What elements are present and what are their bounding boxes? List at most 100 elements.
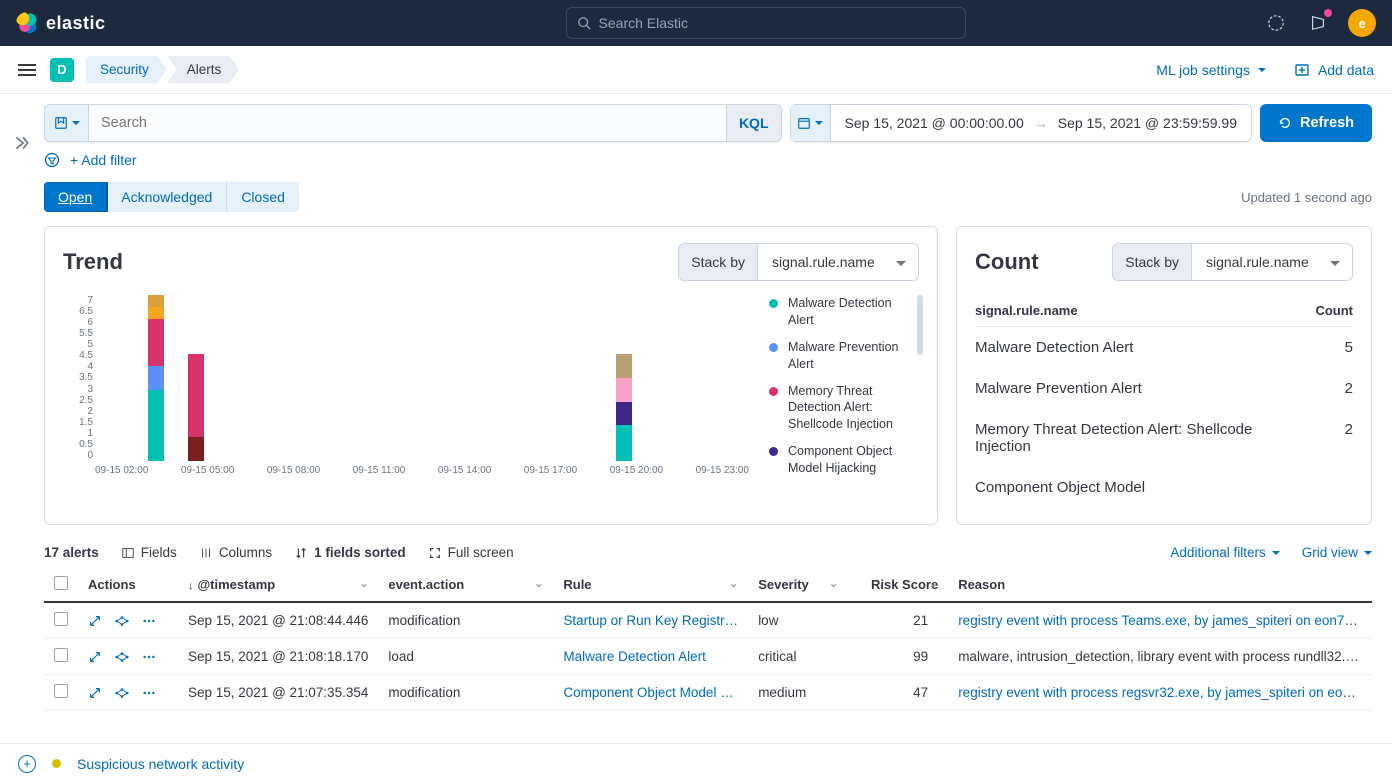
search-input[interactable] <box>89 105 726 141</box>
query-bar[interactable]: KQL <box>44 104 782 142</box>
chevron-down-icon <box>1364 551 1372 559</box>
tab-open[interactable]: Open <box>44 182 107 212</box>
fields-button[interactable]: Fields <box>121 545 177 560</box>
global-topbar: elastic Search Elastic e <box>0 0 1392 46</box>
count-table-row[interactable]: Malware Prevention Alert2 <box>975 368 1353 409</box>
count-panel: Count Stack by signal.rule.name signal.r… <box>956 226 1372 525</box>
search-icon <box>577 16 591 30</box>
refresh-button[interactable]: Refresh <box>1260 104 1372 142</box>
timeline-footer: + Suspicious network activity <box>0 743 1392 783</box>
trend-title: Trend <box>63 249 123 275</box>
rule-link[interactable]: Startup or Run Key Registr… <box>563 613 738 628</box>
table-row: Sep 15, 2021 @ 21:08:44.446modificationS… <box>44 602 1372 639</box>
rule-link[interactable]: Malware Detection Alert <box>563 649 706 664</box>
columns-button[interactable]: Columns <box>199 545 272 560</box>
row-checkbox[interactable] <box>54 612 68 626</box>
timeline-status-dot <box>52 759 61 768</box>
legend-item[interactable]: Component Object Model Hijacking <box>769 443 919 477</box>
trend-chart: 76.565.554.543.532.521.510.50 09-15 02:0… <box>63 295 749 485</box>
arrow-right-icon: → <box>1034 115 1048 131</box>
row-checkbox[interactable] <box>54 648 68 662</box>
kql-toggle[interactable]: KQL <box>726 105 781 141</box>
row-checkbox[interactable] <box>54 684 68 698</box>
chevron-down-icon <box>1272 551 1280 559</box>
analyze-icon[interactable] <box>114 650 130 664</box>
more-actions-icon[interactable] <box>142 614 156 628</box>
trend-stackby-select[interactable]: signal.rule.name <box>758 244 918 280</box>
ml-job-settings-link[interactable]: ML job settings <box>1156 62 1266 78</box>
global-search-placeholder: Search Elastic <box>599 15 688 31</box>
grid-view-button[interactable]: Grid view <box>1302 545 1372 560</box>
columns-icon <box>199 546 213 560</box>
trend-legend: Malware Detection Alert Malware Preventio… <box>749 295 919 487</box>
rule-link[interactable]: Component Object Model … <box>563 685 733 700</box>
saved-query-button[interactable] <box>45 105 89 141</box>
trend-stackby[interactable]: Stack by signal.rule.name <box>678 243 919 281</box>
calendar-icon <box>791 105 831 141</box>
expand-icon[interactable] <box>88 650 102 664</box>
analyze-icon[interactable] <box>114 686 130 700</box>
count-table-row[interactable]: Malware Detection Alert5 <box>975 327 1353 368</box>
collapsed-sidebar <box>0 94 44 783</box>
last-updated-label: Updated 1 second ago <box>1241 190 1372 205</box>
add-data-link[interactable]: Add data <box>1294 62 1374 78</box>
alerts-table: Actions ↓@timestamp⌄ event.action⌄ Rule⌄… <box>44 568 1372 711</box>
alert-count-label: 17 alerts <box>44 545 99 560</box>
date-picker[interactable]: Sep 15, 2021 @ 00:00:00.00 → Sep 15, 202… <box>790 104 1253 142</box>
fields-icon <box>121 546 135 560</box>
count-title: Count <box>975 249 1039 275</box>
date-to: Sep 15, 2021 @ 23:59:59.99 <box>1058 115 1237 131</box>
add-filter-button[interactable]: + Add filter <box>70 152 137 168</box>
expand-icon[interactable] <box>88 686 102 700</box>
notification-dot <box>1324 9 1332 17</box>
sort-icon <box>294 546 308 560</box>
tab-closed[interactable]: Closed <box>227 182 299 212</box>
elastic-logo-text: elastic <box>46 13 106 34</box>
tab-acknowledged[interactable]: Acknowledged <box>107 182 227 212</box>
analyze-icon[interactable] <box>114 614 130 628</box>
nav-toggle-button[interactable] <box>18 64 36 76</box>
legend-item[interactable]: Malware Detection Alert <box>769 295 919 329</box>
trend-panel: Trend Stack by signal.rule.name 76.565.5… <box>44 226 938 525</box>
count-stackby-select[interactable]: signal.rule.name <box>1192 244 1352 280</box>
global-search[interactable]: Search Elastic <box>566 7 966 39</box>
help-icon[interactable] <box>1264 11 1288 35</box>
reason-link[interactable]: registry event with process regsvr32.exe… <box>958 685 1372 700</box>
refresh-icon <box>1278 116 1292 130</box>
legend-item[interactable]: Memory Threat Detection Alert: Shellcode… <box>769 383 919 434</box>
user-avatar[interactable]: e <box>1348 9 1376 37</box>
legend-item[interactable]: Malware Prevention Alert <box>769 339 919 373</box>
elastic-logo[interactable]: elastic <box>16 12 106 34</box>
elastic-logo-icon <box>16 12 38 34</box>
breadcrumb: Security Alerts <box>86 56 239 84</box>
additional-filters-button[interactable]: Additional filters <box>1170 545 1279 560</box>
count-table-row[interactable]: Memory Threat Detection Alert: Shellcode… <box>975 409 1353 467</box>
alert-status-tabs: Open Acknowledged Closed <box>44 182 299 212</box>
reason-link[interactable]: registry event with process Teams.exe, b… <box>958 613 1372 628</box>
filter-icon[interactable] <box>44 152 60 168</box>
more-actions-icon[interactable] <box>142 650 156 664</box>
space-selector[interactable]: D <box>50 58 74 82</box>
news-icon[interactable] <box>1306 11 1330 35</box>
count-table-header-count: Count <box>1315 303 1353 318</box>
count-stackby[interactable]: Stack by signal.rule.name <box>1112 243 1353 281</box>
app-subheader: D Security Alerts ML job settings Add da… <box>0 46 1392 94</box>
timeline-link[interactable]: Suspicious network activity <box>77 756 244 772</box>
breadcrumb-alerts[interactable]: Alerts <box>167 56 240 84</box>
table-row: Sep 15, 2021 @ 21:07:35.354modificationC… <box>44 675 1372 711</box>
query-bar-row: KQL Sep 15, 2021 @ 00:00:00.00 → Sep 15,… <box>44 104 1372 142</box>
select-all-checkbox[interactable] <box>54 576 68 590</box>
fullscreen-icon <box>428 546 442 560</box>
count-table-row[interactable]: Component Object Model <box>975 467 1353 508</box>
fullscreen-button[interactable]: Full screen <box>428 545 514 560</box>
table-row: Sep 15, 2021 @ 21:08:18.170loadMalware D… <box>44 639 1372 675</box>
add-timeline-button[interactable]: + <box>18 755 36 773</box>
more-actions-icon[interactable] <box>142 686 156 700</box>
expand-icon[interactable] <box>88 614 102 628</box>
alerts-table-toolbar: 17 alerts Fields Columns 1 fields sorted… <box>44 545 1372 560</box>
breadcrumb-security[interactable]: Security <box>86 56 167 84</box>
sidebar-expand-icon[interactable] <box>13 134 31 152</box>
date-from: Sep 15, 2021 @ 00:00:00.00 <box>845 115 1024 131</box>
sort-button[interactable]: 1 fields sorted <box>294 545 406 560</box>
add-data-icon <box>1294 62 1310 78</box>
